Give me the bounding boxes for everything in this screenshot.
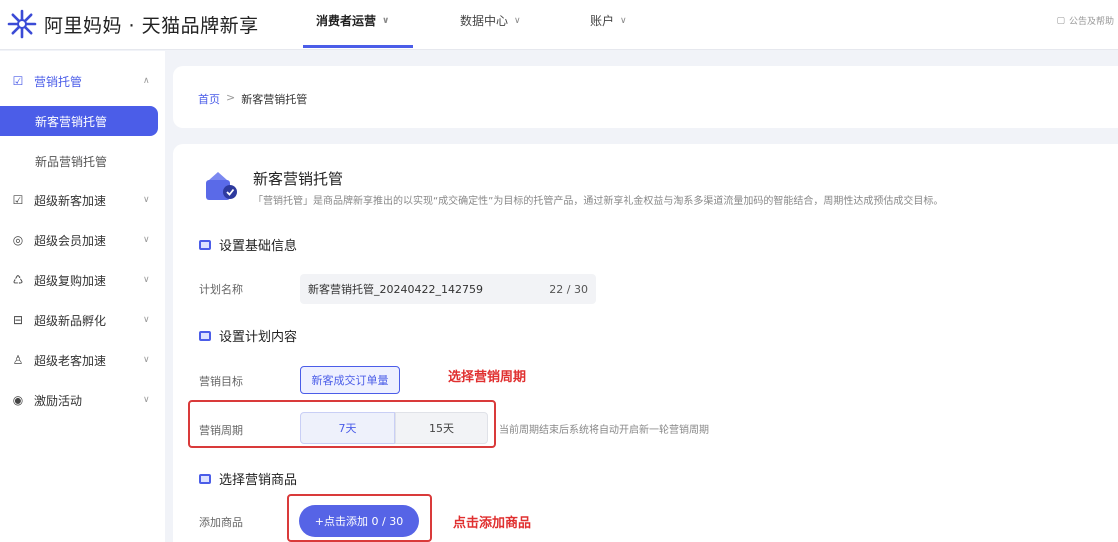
sidebar-item-new-product-hosting[interactable]: 新品营销托管 <box>0 146 158 176</box>
sidebar-group-label: 营销托管 <box>34 74 83 89</box>
breadcrumb-home-link[interactable]: 首页 <box>198 91 220 107</box>
section-marker-icon <box>199 239 211 250</box>
breadcrumb-current: 新客营销托管 <box>241 93 308 106</box>
chevron-down-icon: ∨ <box>620 15 627 26</box>
sidebar-group-label: 超级新客加速 <box>34 193 107 208</box>
sidebar-group-old-customer[interactable]: ♙ 超级老客加速 ∨ <box>0 348 165 372</box>
section-title-goods: 选择营销商品 <box>199 469 297 488</box>
breadcrumb-card: 首页 > 新客营销托管 <box>173 66 1118 128</box>
new-customer-icon: ☑ <box>12 193 24 207</box>
add-goods-label: 添加商品 <box>199 516 243 529</box>
alimama-logo-icon <box>7 9 37 39</box>
nav-label: 数据中心 <box>460 14 509 28</box>
chevron-down-icon: ∨ <box>143 395 150 405</box>
annotation-goods-note: 点击添加商品 <box>453 516 532 531</box>
nav-data-center[interactable]: 数据中心 ∨ <box>460 12 521 29</box>
sidebar: ☑ 营销托管 ∧ 新客营销托管 新品营销托管 ☑ 超级新客加速 ∨ ◎ 超级会员… <box>0 51 165 542</box>
annotation-box-cycle <box>188 400 496 448</box>
sidebar-group-label: 激励活动 <box>34 393 83 408</box>
chevron-down-icon: ∨ <box>382 15 390 26</box>
breadcrumb: 首页 > 新客营销托管 <box>198 91 307 107</box>
sidebar-group-incubate[interactable]: ⊟ 超级新品孵化 ∨ <box>0 308 165 332</box>
top-bar: 阿里妈妈 · 天猫品牌新享 消费者运营 ∨ 数据中心 ∨ 账户 ∨ ▢ 公告及帮… <box>0 0 1118 50</box>
nav-account[interactable]: 账户 ∨ <box>590 12 627 29</box>
annotation-cycle-note: 选择营销周期 <box>448 370 527 385</box>
section-title-plan: 设置计划内容 <box>199 326 297 345</box>
page-description: 「营销托管」是商品牌新享推出的以实现“成交确定性”为目标的托管产品，通过新享礼金… <box>253 196 944 207</box>
plan-name-counter: 22 / 30 <box>549 282 588 296</box>
brand-title: 阿里妈妈 · 天猫品牌新享 <box>44 15 259 37</box>
sidebar-group-label: 超级复购加速 <box>34 273 107 288</box>
chevron-down-icon: ∨ <box>514 15 521 26</box>
marketing-icon: ☑ <box>12 74 24 88</box>
sidebar-item-label: 新品营销托管 <box>35 154 108 169</box>
incubate-icon: ⊟ <box>12 313 24 327</box>
incentive-icon: ◉ <box>12 393 24 407</box>
goal-label: 营销目标 <box>199 375 243 388</box>
sidebar-group-incentive[interactable]: ◉ 激励活动 ∨ <box>0 388 165 412</box>
nav-active-indicator <box>303 45 413 48</box>
section-marker-icon <box>199 473 211 484</box>
plan-name-input[interactable]: 新客营销托管_20240422_142759 22 / 30 <box>300 274 596 304</box>
sidebar-group-label: 超级会员加速 <box>34 233 107 248</box>
section-title-text: 选择营销商品 <box>219 473 298 488</box>
plan-name-value: 新客营销托管_20240422_142759 <box>308 283 483 296</box>
cycle-hint: 当前周期结束后系统将自动开启新一轮营销周期 <box>499 425 709 436</box>
sidebar-group-label: 超级老客加速 <box>34 353 107 368</box>
plan-name-label: 计划名称 <box>199 283 243 296</box>
section-title-text: 设置计划内容 <box>219 330 298 345</box>
sidebar-group-repurchase[interactable]: ♺ 超级复购加速 ∨ <box>0 268 165 292</box>
sidebar-group-marketing[interactable]: ☑ 营销托管 ∧ <box>0 69 165 93</box>
hosting-icon <box>206 172 237 200</box>
nav-label: 账户 <box>590 14 615 28</box>
chevron-down-icon: ∨ <box>143 355 150 365</box>
notice-help-label: 公告及帮助 <box>1068 17 1114 27</box>
sidebar-group-new-customer[interactable]: ☑ 超级新客加速 ∨ <box>0 188 165 212</box>
chevron-down-icon: ∨ <box>143 195 150 205</box>
main-card: 新客营销托管 「营销托管」是商品牌新享推出的以实现“成交确定性”为目标的托管产品… <box>173 144 1118 542</box>
chevron-down-icon: ∨ <box>143 315 150 325</box>
section-marker-icon <box>199 330 211 341</box>
annotation-box-goods <box>287 494 432 542</box>
chevron-up-icon: ∧ <box>143 76 150 86</box>
chevron-down-icon: ∨ <box>143 275 150 285</box>
notice-icon: ▢ <box>1056 15 1065 26</box>
sidebar-item-new-customer-hosting[interactable]: 新客营销托管 <box>0 106 158 136</box>
repurchase-icon: ♺ <box>12 273 24 287</box>
notice-help-link[interactable]: ▢ 公告及帮助 <box>1056 14 1114 28</box>
section-title-text: 设置基础信息 <box>219 239 298 254</box>
member-icon: ◎ <box>12 233 24 247</box>
section-title-basic: 设置基础信息 <box>199 235 297 254</box>
old-customer-icon: ♙ <box>12 353 24 367</box>
nav-consumer-ops[interactable]: 消费者运营 ∨ <box>316 12 389 29</box>
sidebar-group-member[interactable]: ◎ 超级会员加速 ∨ <box>0 228 165 252</box>
sidebar-item-label: 新客营销托管 <box>35 114 108 129</box>
goal-option-button[interactable]: 新客成交订单量 <box>300 366 400 394</box>
chevron-down-icon: ∨ <box>143 235 150 245</box>
breadcrumb-separator: > <box>226 91 236 104</box>
page-title: 新客营销托管 <box>253 170 344 188</box>
nav-label: 消费者运营 <box>316 14 377 28</box>
sidebar-group-label: 超级新品孵化 <box>34 313 107 328</box>
